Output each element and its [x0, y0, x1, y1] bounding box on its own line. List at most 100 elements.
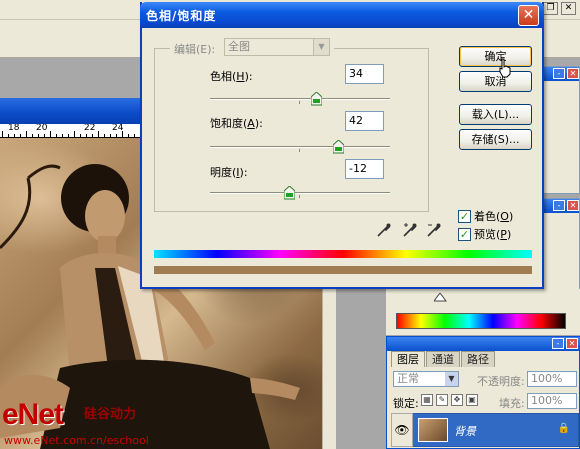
watermark-text: 硅谷动力: [84, 407, 137, 422]
ruler-tick: [44, 134, 45, 137]
lightness-center-tick: [299, 195, 300, 198]
restore-icon[interactable]: ❐: [543, 2, 558, 15]
navigator-palette: - ✕: [541, 66, 580, 194]
saturation-center-tick: [299, 149, 300, 152]
color-palette: - ✕: [541, 198, 580, 298]
cancel-button[interactable]: 取消: [459, 71, 532, 92]
opacity-label: 不透明度:: [477, 375, 525, 388]
eyedropper-minus-icon[interactable]: [426, 222, 442, 238]
ruler-tick: [38, 134, 39, 137]
palette-title-bar[interactable]: - ✕: [542, 67, 579, 81]
layer-name: 背景: [454, 425, 476, 438]
hue-track[interactable]: [210, 98, 390, 100]
ok-button[interactable]: 确定: [459, 46, 532, 67]
edit-select: 全图 ▼: [224, 38, 330, 56]
edit-label: 编辑(E):: [174, 43, 216, 56]
ruler-tick: [86, 134, 87, 137]
palette-title-bar[interactable]: - ✕: [542, 199, 579, 213]
tab-paths[interactable]: 路径: [461, 351, 495, 367]
ruler-tick: [26, 131, 27, 137]
preview-checkbox-row[interactable]: ✓ 预览(P): [458, 226, 511, 242]
ruler-tick: [134, 134, 135, 137]
save-button[interactable]: 存储(S)...: [459, 129, 532, 150]
ruler-tick: [128, 134, 129, 137]
ruler-tick: [98, 131, 99, 137]
lock-label: 锁定:: [393, 397, 419, 410]
close-icon[interactable]: ✕: [518, 5, 539, 26]
color-ramp[interactable]: [396, 313, 566, 329]
opacity-input[interactable]: 100%: [527, 371, 577, 387]
fill-label: 填充:: [499, 397, 525, 410]
lock-brush-icon[interactable]: ✎: [436, 394, 448, 406]
eyedropper-icon[interactable]: [376, 222, 392, 238]
lock-all-icon[interactable]: ▣: [466, 394, 478, 406]
layers-tabs: 图层 通道 路径: [391, 351, 496, 368]
colorize-checkbox-row[interactable]: ✓ 着色(O): [458, 208, 513, 224]
hue-label: 色相(H):: [210, 70, 253, 83]
tab-layers[interactable]: 图层: [391, 351, 425, 367]
saturation-slider-thumb[interactable]: [332, 140, 344, 154]
palette-minimize-icon[interactable]: -: [553, 68, 565, 79]
layers-palette: - ✕ 图层 通道 路径 正常 ▼ 不透明度: 100% 锁定: ▦ ✎ ✥ ▣…: [386, 336, 580, 449]
eyedropper-plus-icon[interactable]: [402, 222, 418, 238]
chevron-down-icon: ▼: [445, 372, 458, 386]
tab-channels[interactable]: 通道: [426, 351, 460, 367]
ruler-tick: [14, 134, 15, 137]
preview-label: 预览(P): [474, 228, 512, 241]
ruler-tick: [80, 134, 81, 137]
lock-transparency-icon[interactable]: ▦: [421, 394, 433, 406]
hue-slider-thumb[interactable]: [311, 92, 323, 106]
lightness-slider-thumb[interactable]: [284, 186, 296, 200]
ruler-tick: [122, 131, 123, 137]
dialog-title: 色相/饱和度: [146, 9, 217, 23]
fill-input[interactable]: 100%: [527, 393, 577, 409]
hand-cursor-icon: [499, 58, 511, 78]
saturation-label: 饱和度(A):: [210, 117, 263, 130]
palette-minimize-icon[interactable]: -: [553, 200, 565, 211]
ruler-tick: [2, 131, 3, 137]
ruler-label: 20: [36, 124, 48, 133]
lightness-input[interactable]: -12: [345, 159, 384, 179]
input-spectrum-bar: [154, 250, 532, 258]
ruler-tick: [56, 134, 57, 137]
ruler-tick: [116, 134, 117, 137]
ruler-tick: [50, 131, 51, 137]
palette-close-icon[interactable]: ✕: [567, 200, 579, 211]
ruler-tick: [32, 134, 33, 137]
blend-mode-select[interactable]: 正常 ▼: [393, 371, 459, 387]
saturation-input[interactable]: 42: [345, 111, 384, 131]
lightness-label: 明度(I):: [210, 166, 248, 179]
lock-icons: ▦ ✎ ✥ ▣: [421, 394, 478, 406]
eye-icon[interactable]: 👁: [391, 413, 413, 447]
watermark-url: www.eNet.com.cn/eschool: [4, 434, 149, 447]
chevron-down-icon: ▼: [313, 39, 329, 55]
lightness-track[interactable]: [210, 192, 390, 194]
hue-input[interactable]: 34: [345, 64, 384, 84]
window-close-icon[interactable]: ✕: [561, 2, 576, 15]
palette-minimize-icon[interactable]: -: [552, 338, 564, 349]
load-button[interactable]: 载入(L)...: [459, 104, 532, 125]
palette-close-icon[interactable]: ✕: [567, 68, 579, 79]
ruler-label: 18: [8, 124, 20, 133]
dialog-title-bar[interactable]: 色相/饱和度 ✕: [140, 2, 544, 28]
palette-close-icon[interactable]: ✕: [566, 338, 578, 349]
slider-thumb-icon[interactable]: [434, 293, 454, 303]
saturation-track[interactable]: [210, 146, 390, 148]
ruler-tick: [62, 134, 63, 137]
ruler-tick: [104, 134, 105, 137]
preview-checkbox[interactable]: ✓: [458, 227, 471, 241]
edit-select-value: 全图: [228, 40, 250, 53]
hue-center-tick: [299, 101, 300, 104]
blend-mode-value: 正常: [397, 372, 419, 385]
layers-title-bar[interactable]: - ✕: [387, 337, 580, 351]
colorize-checkbox[interactable]: ✓: [458, 209, 471, 223]
ruler-tick: [20, 134, 21, 137]
lock-move-icon[interactable]: ✥: [451, 394, 463, 406]
ruler-tick: [8, 134, 9, 137]
ruler-label: 22: [84, 124, 96, 133]
ruler-tick: [110, 134, 111, 137]
layer-row[interactable]: 👁 背景 🔒: [391, 413, 579, 447]
hue-saturation-dialog: 色相/饱和度 ✕ 编辑(E): 全图 ▼ 色相(H): 34 饱和度(A): 4…: [140, 2, 544, 289]
colorize-label: 着色(O): [474, 210, 514, 223]
ruler-tick: [74, 131, 75, 137]
